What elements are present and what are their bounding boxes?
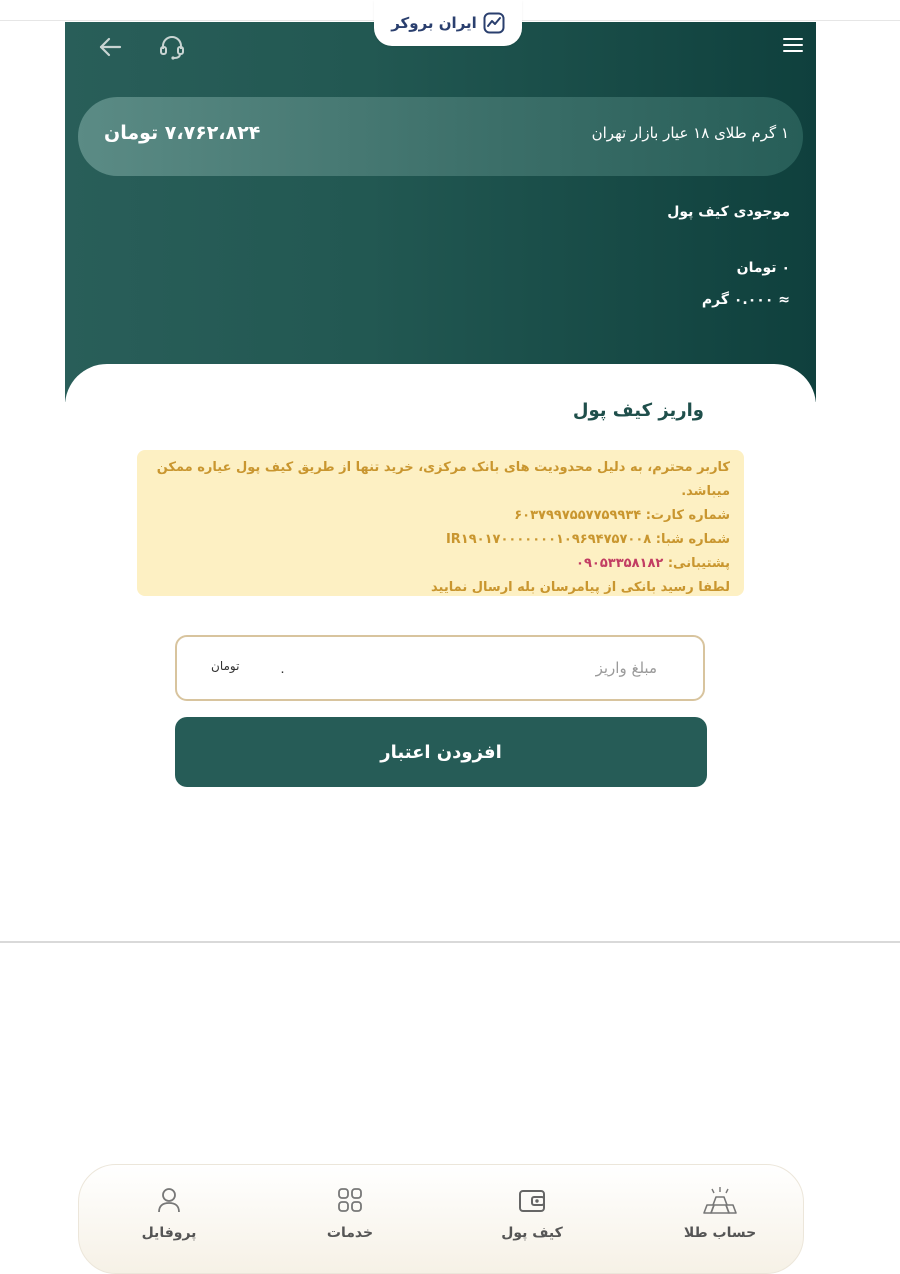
amount-value: ۰ [279, 665, 286, 680]
chart-logo-icon [483, 12, 505, 34]
nav-item-services[interactable]: خدمات [290, 1185, 410, 1255]
card-number: ۶۰۳۷۹۹۷۵۵۷۷۵۹۹۳۴ [514, 508, 642, 523]
amount-unit: تومان [211, 659, 240, 673]
app-frame: ایران بروکر ۱ گرم طلای ۱۸ عیار بازار تهر… [65, 0, 816, 1274]
brand-logo: ایران بروکر [374, 0, 522, 46]
brand-logo-text: ایران بروکر [391, 14, 477, 32]
wallet-balance-title: موجودی کیف پول [667, 204, 790, 220]
notice-line-1: کاربر محترم، به دلیل محدودیت های بانک مر… [156, 460, 730, 499]
header-panel: ایران بروکر ۱ گرم طلای ۱۸ عیار بازار تهر… [65, 0, 816, 402]
back-button[interactable] [95, 32, 125, 62]
sheba-number-label: شماره شبا: [655, 532, 730, 547]
nav-label-profile: پروفایل [141, 1225, 197, 1241]
gold-bars-icon [703, 1187, 737, 1214]
notice-support-line: پشتیبانی: ۰۹۰۵۳۳۵۸۱۸۲ [147, 552, 730, 576]
sheba-number: IR۱۹۰۱۷۰۰۰۰۰۰۰۱۰۹۶۹۴۷۵۷۰۰۸ [445, 532, 652, 547]
bottom-divider [0, 941, 900, 943]
nav-item-profile[interactable]: پروفایل [109, 1185, 229, 1255]
nav-label-gold-account: حساب طلا [683, 1225, 757, 1241]
add-credit-button[interactable]: افزودن اعتبار [175, 717, 707, 787]
wallet-icon [519, 1190, 545, 1212]
deposit-amount-input[interactable]: مبلغ واریز ۰ تومان [175, 635, 705, 701]
deposit-title: واریز کیف پول [572, 400, 704, 421]
wallet-balance-gram: ≈ ۰.۰۰۰ گرم [701, 292, 790, 308]
nav-label-wallet: کیف پول [501, 1225, 563, 1241]
arrow-left-icon [99, 37, 122, 57]
headset-icon [160, 36, 184, 60]
user-icon [158, 1188, 180, 1213]
support-phone-label: پشتیبانی: [667, 556, 730, 571]
hamburger-menu-icon [783, 38, 803, 40]
nav-label-services: خدمات [326, 1225, 374, 1241]
gold-price-label: ۱ گرم طلای ۱۸ عیار بازار تهران [591, 124, 789, 142]
notice-card-line: شماره کارت: ۶۰۳۷۹۹۷۵۵۷۷۵۹۹۳۴ [147, 504, 730, 528]
deposit-notice: کاربر محترم، به دلیل محدودیت های بانک مر… [137, 450, 744, 596]
deposit-sheet: واریز کیف پول کاربر محترم، به دلیل محدود… [65, 364, 816, 1274]
support-phone: ۰۹۰۵۳۳۵۸۱۸۲ [576, 556, 664, 571]
card-number-label: شماره کارت: [645, 508, 730, 523]
grid-icon [338, 1188, 362, 1212]
nav-item-wallet[interactable]: کیف پول [472, 1185, 592, 1255]
notice-last-line: لطفا رسید بانکی از پیامرسان بله ارسال نم… [431, 580, 730, 595]
nav-item-gold-account[interactable]: حساب طلا [660, 1185, 780, 1255]
amount-placeholder: مبلغ واریز [595, 659, 657, 677]
gold-price-card: ۱ گرم طلای ۱۸ عیار بازار تهران ۷،۷۶۲،۸۲۴… [78, 97, 803, 176]
support-button[interactable] [157, 32, 187, 62]
notice-sheba-line: شماره شبا: IR۱۹۰۱۷۰۰۰۰۰۰۰۱۰۹۶۹۴۷۵۷۰۰۸ [147, 528, 730, 552]
bottom-nav: حساب طلا کیف پول خدمات پروفایل [78, 1164, 804, 1274]
gold-price-value: ۷،۷۶۲،۸۲۴ تومان [104, 122, 261, 144]
menu-button[interactable] [783, 38, 803, 54]
wallet-balance-toman: ۰ تومان [736, 260, 790, 276]
